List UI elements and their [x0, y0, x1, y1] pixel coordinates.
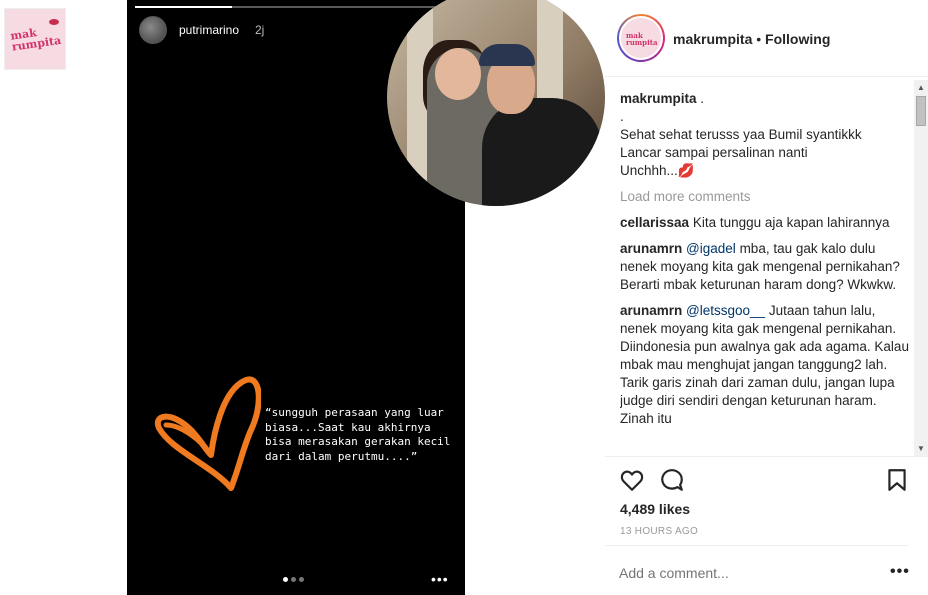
caption-line: Sehat sehat terusss yaa Bumil syantikkk	[620, 127, 862, 142]
comment-username[interactable]: arunamrn	[620, 303, 682, 318]
comment-text: Kita tunggu aja kapan lahirannya	[692, 215, 890, 230]
load-more-comments[interactable]: Load more comments	[620, 188, 910, 206]
comment: arunamrn @letssgoo__ Jutaan tahun lalu, …	[620, 302, 910, 428]
carousel-dot-active	[283, 577, 288, 582]
scrollbar-thumb[interactable]	[916, 96, 926, 126]
comment-mention[interactable]: @igadel	[686, 241, 736, 256]
bookmark-icon[interactable]	[884, 467, 910, 493]
header-separator: •	[756, 31, 762, 47]
likes-count[interactable]: 4,489 likes	[620, 501, 690, 517]
comment: arunamrn @igadel mba, tau gak kalo dulu …	[620, 240, 910, 294]
caption-line: Unchhh...💋	[620, 163, 695, 178]
carousel-dot	[299, 577, 304, 582]
post-timestamp: 13 HOURS AGO	[620, 526, 699, 537]
man-cap	[479, 44, 535, 66]
comments-list: makrumpita . . Sehat sehat terusss yaa B…	[620, 90, 910, 456]
comment-mention[interactable]: @letssgoo__	[686, 303, 765, 318]
woman-face	[435, 48, 481, 100]
comment-username[interactable]: cellarissaa	[620, 215, 689, 230]
post-options-button[interactable]: •••	[890, 563, 910, 581]
scroll-down-icon[interactable]: ▼	[917, 444, 925, 453]
story-more-options[interactable]: •••	[431, 571, 449, 587]
carousel-dot	[291, 577, 296, 582]
caption-line: Lancar sampai persalinan nanti	[620, 145, 808, 160]
profile-thumbnail[interactable]: mak rumpita	[4, 8, 66, 70]
heart-doodle-icon	[154, 376, 261, 491]
comment-icon[interactable]	[659, 467, 685, 493]
post-header: mak rumpita makrumpita • Following	[605, 0, 928, 77]
scroll-up-icon[interactable]: ▲	[917, 83, 925, 92]
story-progress-fill	[135, 6, 232, 8]
post-caption: makrumpita . . Sehat sehat terusss yaa B…	[620, 90, 910, 180]
man-figure	[482, 98, 602, 206]
caption-line: .	[700, 91, 705, 106]
carousel-dots	[283, 577, 304, 582]
story-quote: “sungguh perasaan yang luar biasa...Saat…	[265, 406, 451, 463]
avatar-image: mak rumpita	[619, 16, 663, 60]
account-avatar[interactable]: mak rumpita	[617, 14, 665, 62]
story-avatar	[139, 16, 167, 44]
comment-username[interactable]: arunamrn	[620, 241, 682, 256]
comment-text: Jutaan tahun lalu, nenek moyang kita gak…	[620, 303, 909, 426]
story-username: putrimarino	[179, 23, 240, 37]
thumbnail-logo-text: mak rumpita	[9, 26, 62, 54]
follow-button[interactable]: Following	[765, 31, 830, 47]
post-actions: 4,489 likes 13 HOURS AGO	[605, 456, 928, 546]
story-time: 2j	[255, 23, 265, 37]
add-comment-input[interactable]	[619, 565, 869, 581]
comment: cellarissaa Kita tunggu aja kapan lahira…	[620, 214, 910, 232]
header-line: makrumpita • Following	[673, 31, 830, 47]
caption-username[interactable]: makrumpita	[620, 91, 697, 106]
avatar-logo-text: mak rumpita	[626, 31, 658, 47]
comments-scrollbar[interactable]: ▲ ▼	[914, 80, 928, 456]
account-username[interactable]: makrumpita	[673, 31, 752, 47]
couple-photo	[387, 0, 605, 206]
add-comment-bar: •••	[605, 545, 910, 595]
heart-icon[interactable]	[619, 467, 645, 493]
caption-line: .	[620, 109, 624, 124]
